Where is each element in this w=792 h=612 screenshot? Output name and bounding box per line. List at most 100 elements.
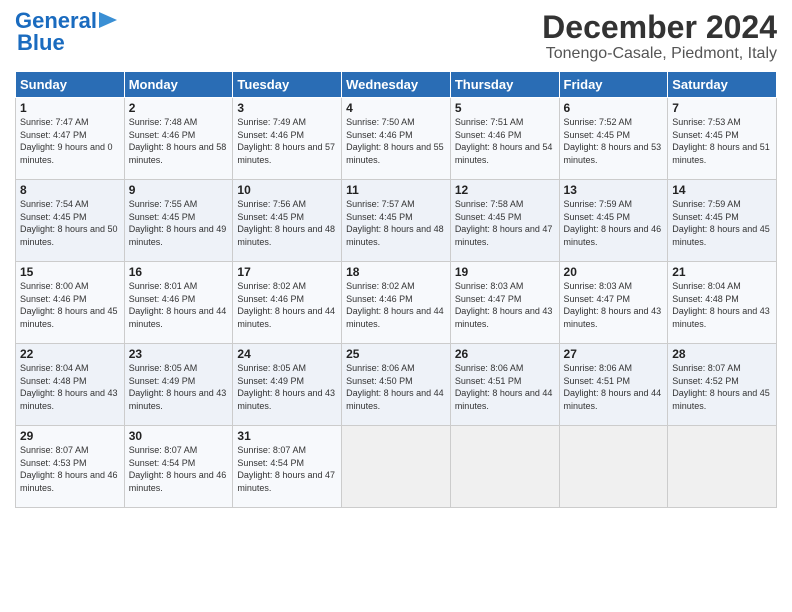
day-number: 5	[455, 101, 555, 115]
day-number: 8	[20, 183, 120, 197]
table-row: 15 Sunrise: 8:00 AMSunset: 4:46 PMDayligh…	[16, 262, 125, 344]
table-row: 28Sunrise: 8:07 AMSunset: 4:52 PMDayligh…	[668, 344, 777, 426]
table-row: 30Sunrise: 8:07 AMSunset: 4:54 PMDayligh…	[124, 426, 233, 508]
col-thursday: Thursday	[450, 72, 559, 98]
table-row: 24 Sunrise: 8:05 AMSunset: 4:49 PMDayligh…	[233, 344, 342, 426]
day-number: 11	[346, 183, 446, 197]
cell-text: Sunrise: 8:04 AMSunset: 4:48 PMDaylight:…	[20, 363, 118, 411]
day-number: 2	[129, 101, 229, 115]
table-row: 17Sunrise: 8:02 AMSunset: 4:46 PMDayligh…	[233, 262, 342, 344]
day-number: 9	[129, 183, 229, 197]
cell-text: Sunrise: 7:59 AMSunset: 4:45 PMDaylight:…	[672, 199, 770, 247]
day-number: 30	[129, 429, 229, 443]
cell-text: Sunrise: 7:56 AMSunset: 4:45 PMDaylight:…	[237, 199, 335, 247]
col-sunday: Sunday	[16, 72, 125, 98]
calendar-table: Sunday Monday Tuesday Wednesday Thursday…	[15, 71, 777, 508]
day-number: 26	[455, 347, 555, 361]
subtitle: Tonengo-Casale, Piedmont, Italy	[542, 45, 777, 63]
day-number: 10	[237, 183, 337, 197]
day-number: 29	[20, 429, 120, 443]
cell-text: Sunrise: 7:50 AMSunset: 4:46 PMDaylight:…	[346, 117, 444, 165]
day-number: 23	[129, 347, 229, 361]
day-number: 1	[20, 101, 120, 115]
logo-blue: Blue	[17, 30, 65, 55]
table-row	[342, 426, 451, 508]
cell-text: Sunrise: 8:06 AMSunset: 4:51 PMDaylight:…	[564, 363, 662, 411]
logo-text: General	[15, 10, 97, 32]
table-row: 6 Sunrise: 7:52 AMSunset: 4:45 PMDaylight…	[559, 98, 668, 180]
cell-text: Sunrise: 7:54 AMSunset: 4:45 PMDaylight:…	[20, 199, 118, 247]
day-number: 12	[455, 183, 555, 197]
table-row: 2 Sunrise: 7:48 AMSunset: 4:46 PMDaylight…	[124, 98, 233, 180]
cell-text: Sunrise: 7:57 AMSunset: 4:45 PMDaylight:…	[346, 199, 444, 247]
cell-text: Sunrise: 7:51 AMSunset: 4:46 PMDaylight:…	[455, 117, 553, 165]
cell-text: Sunrise: 8:00 AMSunset: 4:46 PMDaylight:…	[20, 281, 118, 329]
cell-text: Sunrise: 8:07 AMSunset: 4:54 PMDaylight:…	[237, 445, 335, 493]
table-row: 11 Sunrise: 7:57 AMSunset: 4:45 PMDayligh…	[342, 180, 451, 262]
day-number: 31	[237, 429, 337, 443]
cell-text: Sunrise: 7:58 AMSunset: 4:45 PMDaylight:…	[455, 199, 553, 247]
table-row	[559, 426, 668, 508]
day-number: 3	[237, 101, 337, 115]
day-number: 22	[20, 347, 120, 361]
day-number: 20	[564, 265, 664, 279]
calendar-week-row: 22 Sunrise: 8:04 AMSunset: 4:48 PMDayligh…	[16, 344, 777, 426]
table-row: 7Sunrise: 7:53 AMSunset: 4:45 PMDaylight…	[668, 98, 777, 180]
table-row: 14 Sunrise: 7:59 AMSunset: 4:45 PMDayligh…	[668, 180, 777, 262]
day-number: 15	[20, 265, 120, 279]
table-row: 16Sunrise: 8:01 AMSunset: 4:46 PMDayligh…	[124, 262, 233, 344]
cell-text: Sunrise: 7:49 AMSunset: 4:46 PMDaylight:…	[237, 117, 335, 165]
day-number: 16	[129, 265, 229, 279]
table-row: 22 Sunrise: 8:04 AMSunset: 4:48 PMDayligh…	[16, 344, 125, 426]
logo-arrow-icon	[99, 12, 117, 28]
col-monday: Monday	[124, 72, 233, 98]
table-row: 9Sunrise: 7:55 AMSunset: 4:45 PMDaylight…	[124, 180, 233, 262]
calendar-week-row: 1 Sunrise: 7:47 AMSunset: 4:47 PMDaylight…	[16, 98, 777, 180]
day-number: 18	[346, 265, 446, 279]
cell-text: Sunrise: 8:05 AMSunset: 4:49 PMDaylight:…	[129, 363, 227, 411]
day-number: 13	[564, 183, 664, 197]
table-row: 8 Sunrise: 7:54 AMSunset: 4:45 PMDaylight…	[16, 180, 125, 262]
col-friday: Friday	[559, 72, 668, 98]
table-row	[668, 426, 777, 508]
cell-text: Sunrise: 7:59 AMSunset: 4:45 PMDaylight:…	[564, 199, 662, 247]
table-row: 1 Sunrise: 7:47 AMSunset: 4:47 PMDaylight…	[16, 98, 125, 180]
logo: General Blue	[15, 10, 117, 55]
header: General Blue December 2024 Tonengo-Casal…	[15, 10, 777, 63]
col-saturday: Saturday	[668, 72, 777, 98]
cell-text: Sunrise: 8:04 AMSunset: 4:48 PMDaylight:…	[672, 281, 770, 329]
main-title: December 2024	[542, 10, 777, 45]
cell-text: Sunrise: 7:47 AMSunset: 4:47 PMDaylight:…	[20, 117, 113, 165]
table-row: 13 Sunrise: 7:59 AMSunset: 4:45 PMDayligh…	[559, 180, 668, 262]
calendar-header-row: Sunday Monday Tuesday Wednesday Thursday…	[16, 72, 777, 98]
table-row: 26Sunrise: 8:06 AMSunset: 4:51 PMDayligh…	[450, 344, 559, 426]
day-number: 4	[346, 101, 446, 115]
day-number: 21	[672, 265, 772, 279]
table-row: 3 Sunrise: 7:49 AMSunset: 4:46 PMDaylight…	[233, 98, 342, 180]
table-row: 27Sunrise: 8:06 AMSunset: 4:51 PMDayligh…	[559, 344, 668, 426]
cell-text: Sunrise: 7:52 AMSunset: 4:45 PMDaylight:…	[564, 117, 662, 165]
calendar-week-row: 15 Sunrise: 8:00 AMSunset: 4:46 PMDayligh…	[16, 262, 777, 344]
title-block: December 2024 Tonengo-Casale, Piedmont, …	[542, 10, 777, 63]
cell-text: Sunrise: 8:05 AMSunset: 4:49 PMDaylight:…	[237, 363, 335, 411]
day-number: 28	[672, 347, 772, 361]
calendar-week-row: 29 Sunrise: 8:07 AMSunset: 4:53 PMDayligh…	[16, 426, 777, 508]
cell-text: Sunrise: 8:02 AMSunset: 4:46 PMDaylight:…	[237, 281, 335, 329]
cell-text: Sunrise: 7:48 AMSunset: 4:46 PMDaylight:…	[129, 117, 227, 165]
day-number: 14	[672, 183, 772, 197]
table-row: 5 Sunrise: 7:51 AMSunset: 4:46 PMDaylight…	[450, 98, 559, 180]
cell-text: Sunrise: 8:06 AMSunset: 4:50 PMDaylight:…	[346, 363, 444, 411]
cell-text: Sunrise: 8:03 AMSunset: 4:47 PMDaylight:…	[455, 281, 553, 329]
table-row: 12 Sunrise: 7:58 AMSunset: 4:45 PMDayligh…	[450, 180, 559, 262]
table-row: 4 Sunrise: 7:50 AMSunset: 4:46 PMDaylight…	[342, 98, 451, 180]
table-row	[450, 426, 559, 508]
calendar-week-row: 8 Sunrise: 7:54 AMSunset: 4:45 PMDaylight…	[16, 180, 777, 262]
cell-text: Sunrise: 8:03 AMSunset: 4:47 PMDaylight:…	[564, 281, 662, 329]
calendar-page: General Blue December 2024 Tonengo-Casal…	[0, 0, 792, 612]
table-row: 20 Sunrise: 8:03 AMSunset: 4:47 PMDayligh…	[559, 262, 668, 344]
day-number: 6	[564, 101, 664, 115]
day-number: 24	[237, 347, 337, 361]
cell-text: Sunrise: 8:07 AMSunset: 4:53 PMDaylight:…	[20, 445, 118, 493]
day-number: 19	[455, 265, 555, 279]
table-row: 10 Sunrise: 7:56 AMSunset: 4:45 PMDayligh…	[233, 180, 342, 262]
